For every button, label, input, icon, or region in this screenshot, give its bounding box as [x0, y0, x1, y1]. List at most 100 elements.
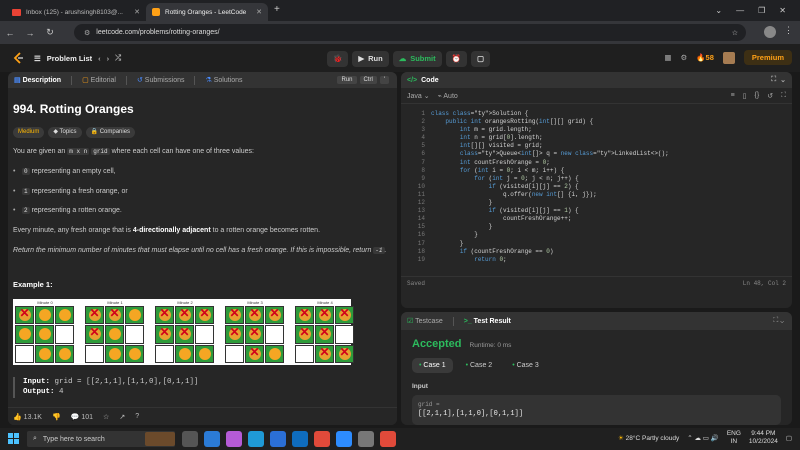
code-line[interactable]: for (int j = 0; j < n; j++) { — [431, 175, 669, 183]
reset-icon[interactable]: ↺ — [767, 92, 773, 100]
menu-kebab-icon[interactable]: ⋮ — [784, 25, 793, 36]
debug-button[interactable]: 🐞 — [327, 50, 349, 67]
close-icon[interactable]: ✕ — [256, 8, 262, 16]
problem-list-nav[interactable]: ☰ Problem List ‹ › ⤮ — [34, 53, 121, 63]
notes-button[interactable]: ▢ — [470, 50, 491, 67]
code-line[interactable]: } — [431, 199, 669, 207]
code-line[interactable]: countFreshOrange++; — [431, 215, 669, 223]
next-problem-icon[interactable]: › — [107, 54, 110, 63]
collapse-icon[interactable]: ⌄ — [780, 76, 786, 84]
edge-icon[interactable] — [248, 431, 264, 447]
runtime-text: Runtime: 0 ms — [469, 342, 512, 349]
auto-toggle[interactable]: ⌁ Auto — [438, 92, 458, 100]
back-icon[interactable]: ← — [0, 28, 20, 38]
code-line[interactable]: if (countFreshOrange == 0) — [431, 248, 669, 256]
zoom-icon[interactable] — [336, 431, 352, 447]
layout-icon[interactable]: ▦ — [664, 53, 671, 62]
premium-button[interactable]: Premium — [743, 50, 792, 65]
source-code[interactable]: class class="ty">Solution { public int o… — [431, 110, 669, 264]
close-icon[interactable]: ✕ — [134, 8, 140, 16]
timer-button[interactable]: ⏰ — [445, 50, 467, 67]
site-info-icon[interactable]: ⚙ — [84, 29, 90, 37]
topics-tag[interactable]: ◆ Topics — [48, 126, 82, 138]
chrome-icon[interactable] — [314, 431, 330, 447]
dislike-icon[interactable]: 👎 — [52, 413, 61, 421]
code-line[interactable]: if (visited[i][j] == 1) { — [431, 207, 669, 215]
reload-icon[interactable]: ↻ — [40, 27, 60, 38]
expand-icon[interactable]: ⛶ ⌄ — [773, 317, 784, 325]
tab-editorial[interactable]: ▢ Editorial — [82, 76, 116, 84]
code-line[interactable]: class="ty">Queue<int[]> q = new class="t… — [431, 150, 669, 158]
tab-leetcode[interactable]: Rotting Oranges - LeetCode ✕ — [146, 3, 268, 21]
help-icon[interactable]: ? — [135, 413, 139, 420]
code-line[interactable]: int n = grid[0].length; — [431, 134, 669, 142]
close-window-icon[interactable]: ✕ — [779, 6, 786, 15]
notification-icon[interactable]: ▢ — [786, 434, 792, 442]
like-button[interactable]: 👍 13.1K — [13, 413, 42, 421]
profile-avatar[interactable] — [764, 26, 776, 38]
code-line[interactable]: return 0; — [431, 256, 669, 264]
code-line[interactable]: public int orangesRotting(int[][] grid) … — [431, 118, 669, 126]
fullscreen-icon[interactable]: ⛶ — [781, 92, 786, 100]
taskbar-search[interactable]: ⌕ Type here to search — [27, 431, 175, 447]
run-button[interactable]: ▶ Run — [352, 50, 389, 67]
leetcode-logo-icon[interactable] — [12, 52, 24, 64]
code-line[interactable]: for (int i = 0; i < m; i++) { — [431, 167, 669, 175]
case-1-tab[interactable]: Case 1 — [412, 358, 453, 373]
weather-widget[interactable]: ☀ 28°C Partly cloudy — [618, 434, 679, 442]
task-view-icon[interactable] — [182, 431, 198, 447]
code-line[interactable]: q.offer(new int[] {i, j}); — [431, 191, 669, 199]
settings-gear-icon[interactable]: ⚙ — [680, 53, 687, 62]
code-line[interactable]: int m = grid.length; — [431, 126, 669, 134]
tab-description[interactable]: ▤ Description — [14, 76, 61, 84]
case-3-tab[interactable]: Case 3 — [505, 358, 546, 373]
forward-icon[interactable]: → — [20, 28, 40, 38]
code-line[interactable]: } — [431, 231, 669, 239]
code-line[interactable]: class class="ty">Solution { — [431, 110, 669, 118]
tab-submissions[interactable]: ↺ Submissions — [137, 76, 185, 84]
minimize-icon[interactable]: — — [736, 6, 744, 15]
app-icon[interactable] — [358, 431, 374, 447]
play-icon: ▶ — [358, 54, 365, 63]
chrome-profile-icon[interactable] — [380, 431, 396, 447]
tab-gmail[interactable]: Inbox (125) - arushsingh8103@... ✕ — [6, 3, 146, 21]
language-indicator[interactable]: ENG IN — [727, 430, 741, 447]
format-icon[interactable]: ≡ — [731, 92, 735, 99]
comments-button[interactable]: 💬 101 — [71, 413, 93, 421]
code-line[interactable]: int[][] visited = grid; — [431, 142, 669, 150]
star-icon[interactable]: ☆ — [103, 413, 109, 421]
tab-search-icon[interactable]: ⌄ — [715, 6, 722, 15]
streak-counter[interactable]: 🔥58 — [696, 53, 714, 62]
language-select[interactable]: Java ⌄ — [407, 92, 430, 100]
mail-icon[interactable] — [292, 431, 308, 447]
case-2-tab[interactable]: Case 2 — [459, 358, 500, 373]
app-icon[interactable] — [226, 431, 242, 447]
submit-button[interactable]: ☁ Submit — [392, 50, 442, 67]
bookmark-icon[interactable]: ▯ — [743, 92, 747, 100]
bookmark-star-icon[interactable]: ☆ — [732, 29, 738, 37]
tab-testcase[interactable]: ☑ Testcase — [407, 317, 443, 325]
windows-start-icon[interactable] — [8, 433, 19, 444]
user-avatar[interactable] — [722, 51, 735, 64]
url-input[interactable]: ⚙ leetcode.com/problems/rotting-oranges/… — [74, 24, 746, 41]
tray-icons[interactable]: ⌃ ☁ ▭ 🔊 — [687, 434, 719, 442]
shuffle-icon[interactable]: ⤮ — [115, 53, 121, 63]
expand-icon[interactable]: ⛶ — [771, 76, 776, 84]
tab-test-result[interactable]: >_ Test Result — [464, 318, 511, 325]
companies-tag[interactable]: 🔒 Companies — [85, 126, 136, 138]
code-area[interactable]: 1 2 3 4 5 6 7 8 9 10 11 12 13 14 15 16 17 18 19 class clas… — [401, 104, 792, 292]
share-icon[interactable]: ↗ — [119, 413, 125, 421]
store-icon[interactable] — [270, 431, 286, 447]
braces-icon[interactable]: {} — [755, 92, 760, 99]
tab-solutions[interactable]: ⚗ Solutions — [205, 76, 242, 84]
vscode-icon[interactable] — [204, 431, 220, 447]
difficulty-badge[interactable]: Medium — [13, 126, 45, 138]
clock[interactable]: 9:44 PM 10/2/2024 — [749, 430, 778, 447]
code-line[interactable]: } — [431, 223, 669, 231]
prev-problem-icon[interactable]: ‹ — [98, 54, 101, 63]
code-line[interactable]: } — [431, 240, 669, 248]
code-line[interactable]: if (visited[i][j] == 2) { — [431, 183, 669, 191]
new-tab-button[interactable]: + — [274, 4, 280, 15]
maximize-icon[interactable]: ❐ — [758, 6, 765, 15]
code-line[interactable]: int countFreshOrange = 0; — [431, 159, 669, 167]
